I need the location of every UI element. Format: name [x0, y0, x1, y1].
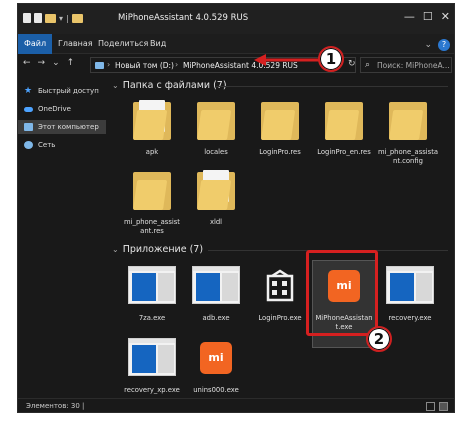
sidebar-item-this-pc[interactable]: Этот компьютер [18, 120, 106, 134]
search-icon: ⌕ [365, 60, 371, 70]
separator-icon: | [66, 13, 69, 23]
app-window-icon [128, 338, 176, 376]
item-count: Элементов: 30 | [26, 402, 85, 410]
folder-icon [133, 170, 171, 210]
item-label: LoginPro.res [259, 148, 301, 156]
properties-icon[interactable] [34, 13, 42, 23]
folder-icon [389, 100, 427, 140]
view-toggle [426, 402, 448, 411]
app-window-icon [386, 266, 434, 304]
item-label: LoginPro_en.res [317, 148, 371, 156]
tab-share[interactable]: Поделиться [98, 34, 148, 54]
window-controls: — ☐ ✕ [404, 10, 450, 23]
folder-icon [133, 100, 171, 140]
nav-buttons: ← → ⌄ ↑ [23, 58, 74, 68]
network-icon [24, 141, 33, 149]
folder-icon [197, 100, 235, 140]
address-bar[interactable]: › Новый том (D:) › MiPhoneAssistant 4.0.… [90, 57, 356, 73]
tab-file[interactable]: Файл [18, 34, 53, 54]
group-title: Приложение (7) [122, 244, 204, 255]
navigation-pane: ★ Быстрый доступ OneDrive Этот компьютер… [18, 76, 108, 396]
folder-icon [71, 13, 83, 23]
item-label: mi_phone_assista [377, 148, 439, 156]
back-arrow-icon[interactable]: ← [23, 58, 31, 68]
chevron-right-icon[interactable]: › [107, 60, 110, 69]
tab-view[interactable]: Вид [150, 34, 166, 54]
grid-package-icon [266, 269, 294, 302]
chevron-down-icon[interactable]: ⌄ [112, 245, 119, 254]
file-view: ⌄ Папка с файлами (7) apk locales LoginPr… [108, 76, 454, 396]
folder-icon [325, 100, 363, 140]
forward-arrow-icon[interactable]: → [38, 58, 46, 68]
group-header-folders[interactable]: ⌄ Папка с файлами (7) [112, 80, 227, 91]
explorer-window: ▾ | MiPhoneAssistant 4.0.529 RUS — ☐ ✕ Ф… [17, 3, 455, 413]
new-folder-icon[interactable] [45, 13, 56, 23]
document-icon[interactable] [23, 13, 31, 23]
ribbon-right: ⌄ ? [424, 39, 450, 51]
computer-icon [95, 62, 104, 69]
chevron-down-icon[interactable]: ⌄ [112, 81, 119, 90]
cloud-icon [24, 107, 33, 112]
sidebar-item-label: Сеть [38, 141, 56, 149]
item-label: 7za.exe [138, 314, 166, 322]
up-arrow-icon[interactable]: ↑ [67, 58, 75, 68]
search-placeholder: Поиск: MiPhoneA... [377, 61, 450, 70]
divider [216, 86, 448, 87]
step-badge-1: 1 [318, 46, 344, 72]
sidebar-item-quick-access[interactable]: ★ Быстрый доступ [18, 84, 106, 98]
sidebar-item-onedrive[interactable]: OneDrive [18, 102, 106, 116]
item-label: mi_phone_assist [124, 218, 180, 226]
item-label: unins000.exe [193, 386, 239, 394]
window-title: MiPhoneAssistant 4.0.529 RUS [118, 13, 249, 23]
sidebar-item-label: OneDrive [38, 105, 71, 113]
highlight-box [306, 250, 378, 336]
app-window-icon [128, 266, 176, 304]
step-badge-2: 2 [366, 326, 392, 352]
maximize-button[interactable]: ☐ [423, 10, 433, 23]
item-label: apk [145, 148, 159, 156]
sidebar-item-label: Быстрый доступ [38, 87, 99, 95]
expand-ribbon-icon[interactable]: ⌄ [424, 40, 432, 50]
item-label: adb.exe [202, 314, 230, 322]
item-label: locales [204, 148, 228, 156]
app-window-icon [192, 266, 240, 304]
tab-home[interactable]: Главная [58, 34, 93, 54]
item-label: ant.res [140, 227, 164, 235]
details-view-icon[interactable] [426, 402, 435, 411]
item-label: nt.config [393, 157, 423, 165]
computer-icon [24, 123, 33, 131]
close-button[interactable]: ✕ [441, 10, 450, 23]
group-header-apps[interactable]: ⌄ Приложение (7) [112, 244, 203, 255]
status-bar: Элементов: 30 | [18, 398, 454, 412]
help-icon[interactable]: ? [438, 39, 450, 51]
sidebar-item-label: Этот компьютер [38, 123, 99, 131]
vertical-scrollbar[interactable] [448, 76, 454, 396]
large-icons-view-icon[interactable] [439, 402, 448, 411]
ribbon: Файл Главная Поделиться Вид ⌄ ? [18, 34, 454, 54]
folder-icon [261, 100, 299, 140]
group-title: Папка с файлами (7) [122, 80, 227, 91]
search-box[interactable]: ⌕ Поиск: MiPhoneA... [360, 57, 452, 73]
breadcrumb-drive[interactable]: Новый том (D:) [115, 61, 174, 70]
recent-chevron-icon[interactable]: ⌄ [52, 58, 60, 68]
refresh-icon[interactable]: ↻ [348, 59, 356, 69]
item-label: LoginPro.exe [258, 314, 302, 322]
navigation-bar: ← → ⌄ ↑ › Новый том (D:) › MiPhoneAssist… [18, 54, 454, 76]
chevron-right-icon[interactable]: › [175, 60, 178, 69]
title-bar: ▾ | MiPhoneAssistant 4.0.529 RUS — ☐ ✕ [18, 4, 454, 34]
item-label: xldl [209, 218, 223, 226]
mi-logo-icon: mi [200, 342, 232, 374]
star-icon: ★ [24, 86, 33, 96]
sidebar-item-network[interactable]: Сеть [18, 138, 106, 152]
minimize-button[interactable]: — [404, 10, 415, 23]
item-label: recovery_xp.exe [124, 386, 180, 394]
item-label: recovery.exe [388, 314, 432, 322]
breadcrumb-folder[interactable]: MiPhoneAssistant 4.0.529 RUS [183, 61, 298, 70]
chevron-down-icon[interactable]: ▾ [59, 14, 63, 23]
quick-access-toolbar: ▾ | [23, 13, 83, 23]
folder-icon [197, 170, 235, 210]
